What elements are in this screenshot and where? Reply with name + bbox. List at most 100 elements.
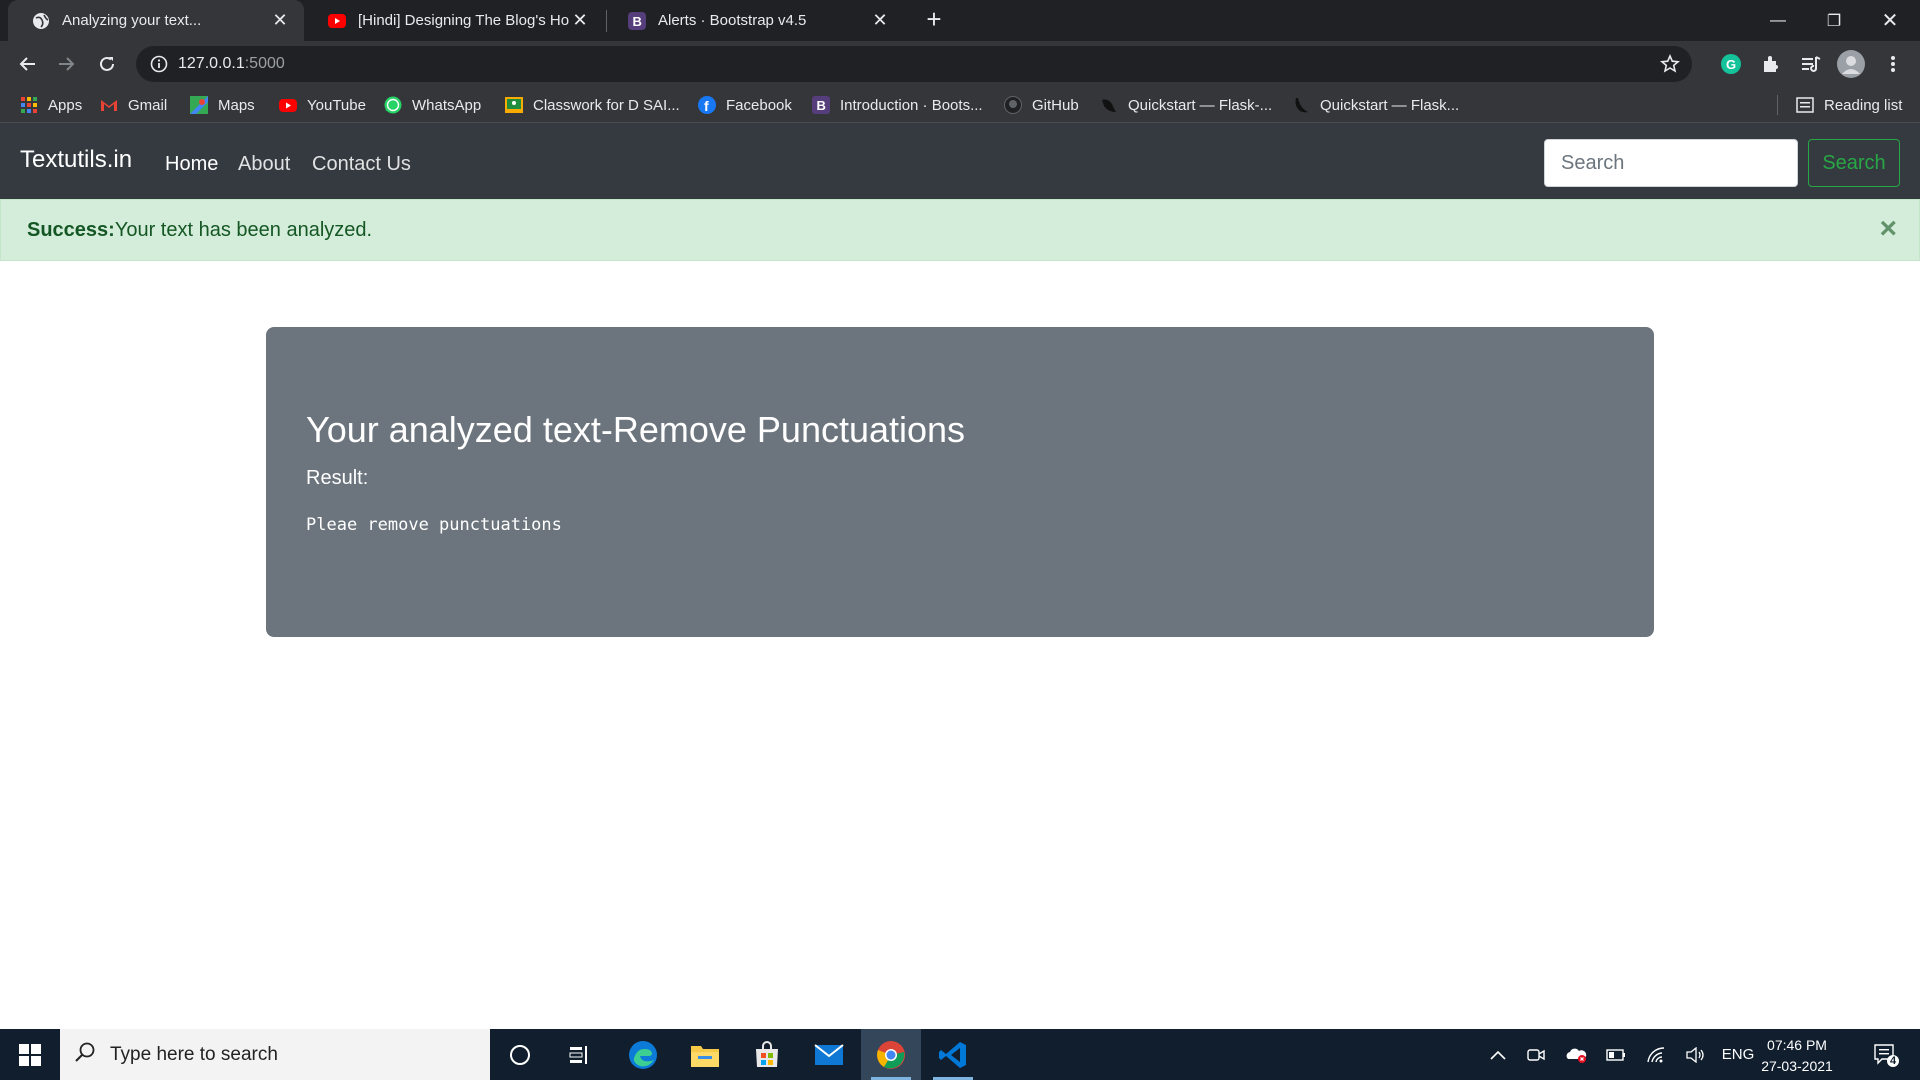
bookmark-label: Apps [48,96,83,114]
facebook-icon: f [698,96,716,114]
close-tab-icon[interactable]: ✕ [570,10,590,31]
language-indicator[interactable]: ENG [1718,1029,1758,1080]
bootstrap-icon: B [812,96,830,114]
apps-grid-icon [20,96,38,114]
profile-avatar-icon[interactable] [1836,49,1866,79]
bookmark-youtube[interactable]: YouTube [279,87,366,123]
bookmark-label: Classwork for D SAI... [533,96,680,114]
search-input[interactable] [1544,139,1798,187]
close-window-button[interactable]: ✕ [1862,0,1918,41]
svg-text:f: f [704,98,709,114]
bookmark-gmail[interactable]: Gmail [100,87,167,123]
bookmark-label: GitHub [1032,96,1079,114]
windows-logo-icon [19,1043,41,1066]
onedrive-error-icon[interactable] [1560,1029,1592,1080]
bookmark-classwork[interactable]: Classwork for D SAI... [505,87,680,123]
battery-icon[interactable] [1600,1029,1632,1080]
bookmark-label: Facebook [726,96,792,114]
chrome-taskbar-icon[interactable] [861,1029,921,1080]
bookmark-facebook[interactable]: f Facebook [698,87,792,123]
gmail-icon [100,96,118,114]
mail-icon[interactable] [799,1029,859,1080]
nav-home[interactable]: Home [165,153,218,176]
flask-icon [1100,96,1118,114]
chrome-menu-icon[interactable] [1878,49,1908,79]
system-clock[interactable]: 07:46 PM 27-03-2021 [1754,1035,1840,1077]
meet-now-icon[interactable] [1520,1029,1552,1080]
reload-button[interactable] [92,49,122,79]
tab-title: Analyzing your text... [62,12,202,29]
action-center-button[interactable]: 4 [1862,1029,1910,1080]
browser-toolbar: 127.0.0.1:5000 G [0,41,1920,87]
bookmark-whatsapp[interactable]: WhatsApp [384,87,481,123]
back-button[interactable] [12,49,42,79]
nav-about[interactable]: About [238,153,290,176]
grammarly-icon[interactable]: G [1716,49,1746,79]
notification-count: 4 [1890,1055,1897,1067]
cortana-icon[interactable] [490,1029,550,1080]
close-tab-icon[interactable]: ✕ [270,10,290,31]
flask-icon [1292,96,1310,114]
restore-button[interactable]: ❐ [1806,0,1862,41]
bookmark-flask-quickstart-1[interactable]: Quickstart — Flask-... [1100,87,1272,123]
tab-youtube-blog[interactable]: [Hindi] Designing The Blog's Hom ✕ [304,0,604,41]
microsoft-store-icon[interactable] [737,1029,797,1080]
start-button[interactable] [0,1029,60,1080]
wifi-icon[interactable] [1640,1029,1672,1080]
extensions-icon[interactable] [1756,49,1786,79]
bookmark-star-icon[interactable] [1660,54,1680,79]
reading-list-icon [1796,96,1814,114]
tab-bootstrap-alerts[interactable]: B Alerts · Bootstrap v4.5 ✕ [604,0,904,41]
site-navbar: Textutils.in Home About Contact Us Searc… [0,123,1920,199]
forward-button[interactable] [52,49,82,79]
bookmarks-bar: Apps Gmail Maps YouTube WhatsApp Classwo… [0,87,1920,123]
site-brand[interactable]: Textutils.in [20,146,132,174]
bookmark-label: Introduction · Boots... [840,96,983,114]
alert-strong: Success: [27,219,115,241]
taskbar-search-box[interactable]: Type here to search [60,1029,490,1080]
nav-contact-us[interactable]: Contact Us [312,153,411,176]
web-page: Textutils.in Home About Contact Us Searc… [0,123,1920,1029]
whatsapp-icon [384,96,402,114]
bookmarks-divider [1777,95,1778,115]
search-icon [74,1041,96,1068]
alert-text: Your text has been analyzed. [114,219,373,241]
address-bar[interactable]: 127.0.0.1:5000 [136,46,1692,82]
file-explorer-icon[interactable] [675,1029,735,1080]
media-control-icon[interactable] [1796,49,1826,79]
browser-tab-strip: Analyzing your text... ✕ [Hindi] Designi… [0,0,1920,41]
minimize-button[interactable]: — [1750,0,1806,41]
bookmark-apps[interactable]: Apps [20,87,82,123]
vscode-icon[interactable] [923,1029,983,1080]
bookmark-maps[interactable]: Maps [190,87,255,123]
show-hidden-icons[interactable] [1482,1029,1514,1080]
new-tab-button[interactable]: + [920,6,948,34]
edge-icon[interactable] [613,1029,673,1080]
reading-list-button[interactable]: Reading list [1796,87,1902,123]
taskbar-search-placeholder: Type here to search [110,1043,278,1065]
tab-analyzing-text[interactable]: Analyzing your text... ✕ [8,0,304,41]
tab-title: [Hindi] Designing The Blog's Hom [358,12,570,29]
success-alert: Success:Your text has been analyzed. × [0,199,1920,261]
close-tab-icon[interactable]: ✕ [870,10,890,31]
result-jumbotron: Your analyzed text-Remove Punctuations R… [266,327,1654,637]
result-heading: Your analyzed text-Remove Punctuations [306,409,966,450]
bookmark-label: WhatsApp [412,96,482,114]
bookmark-flask-quickstart-2[interactable]: Quickstart — Flask... [1292,87,1459,123]
result-text: Pleae remove punctuations [306,515,562,535]
bookmark-label: Quickstart — Flask... [1320,96,1460,114]
bookmark-bootstrap-intro[interactable]: B Introduction · Boots... [812,87,983,123]
tab-title: Alerts · Bootstrap v4.5 [658,12,807,29]
search-button[interactable]: Search [1808,139,1900,187]
alert-close-button[interactable]: × [1879,214,1897,244]
svg-text:B: B [817,98,826,113]
site-info-icon[interactable] [150,55,168,78]
bookmark-label: YouTube [307,96,366,114]
bookmark-github[interactable]: GitHub [1004,87,1079,123]
windows-taskbar: Type here to search ENG 07:46 PM 27-03-2… [0,1029,1920,1080]
bookmark-label: Gmail [128,96,168,114]
youtube-icon [328,12,346,30]
clock-date: 27-03-2021 [1761,1058,1833,1074]
task-view-icon[interactable] [550,1029,610,1080]
volume-icon[interactable] [1680,1029,1712,1080]
